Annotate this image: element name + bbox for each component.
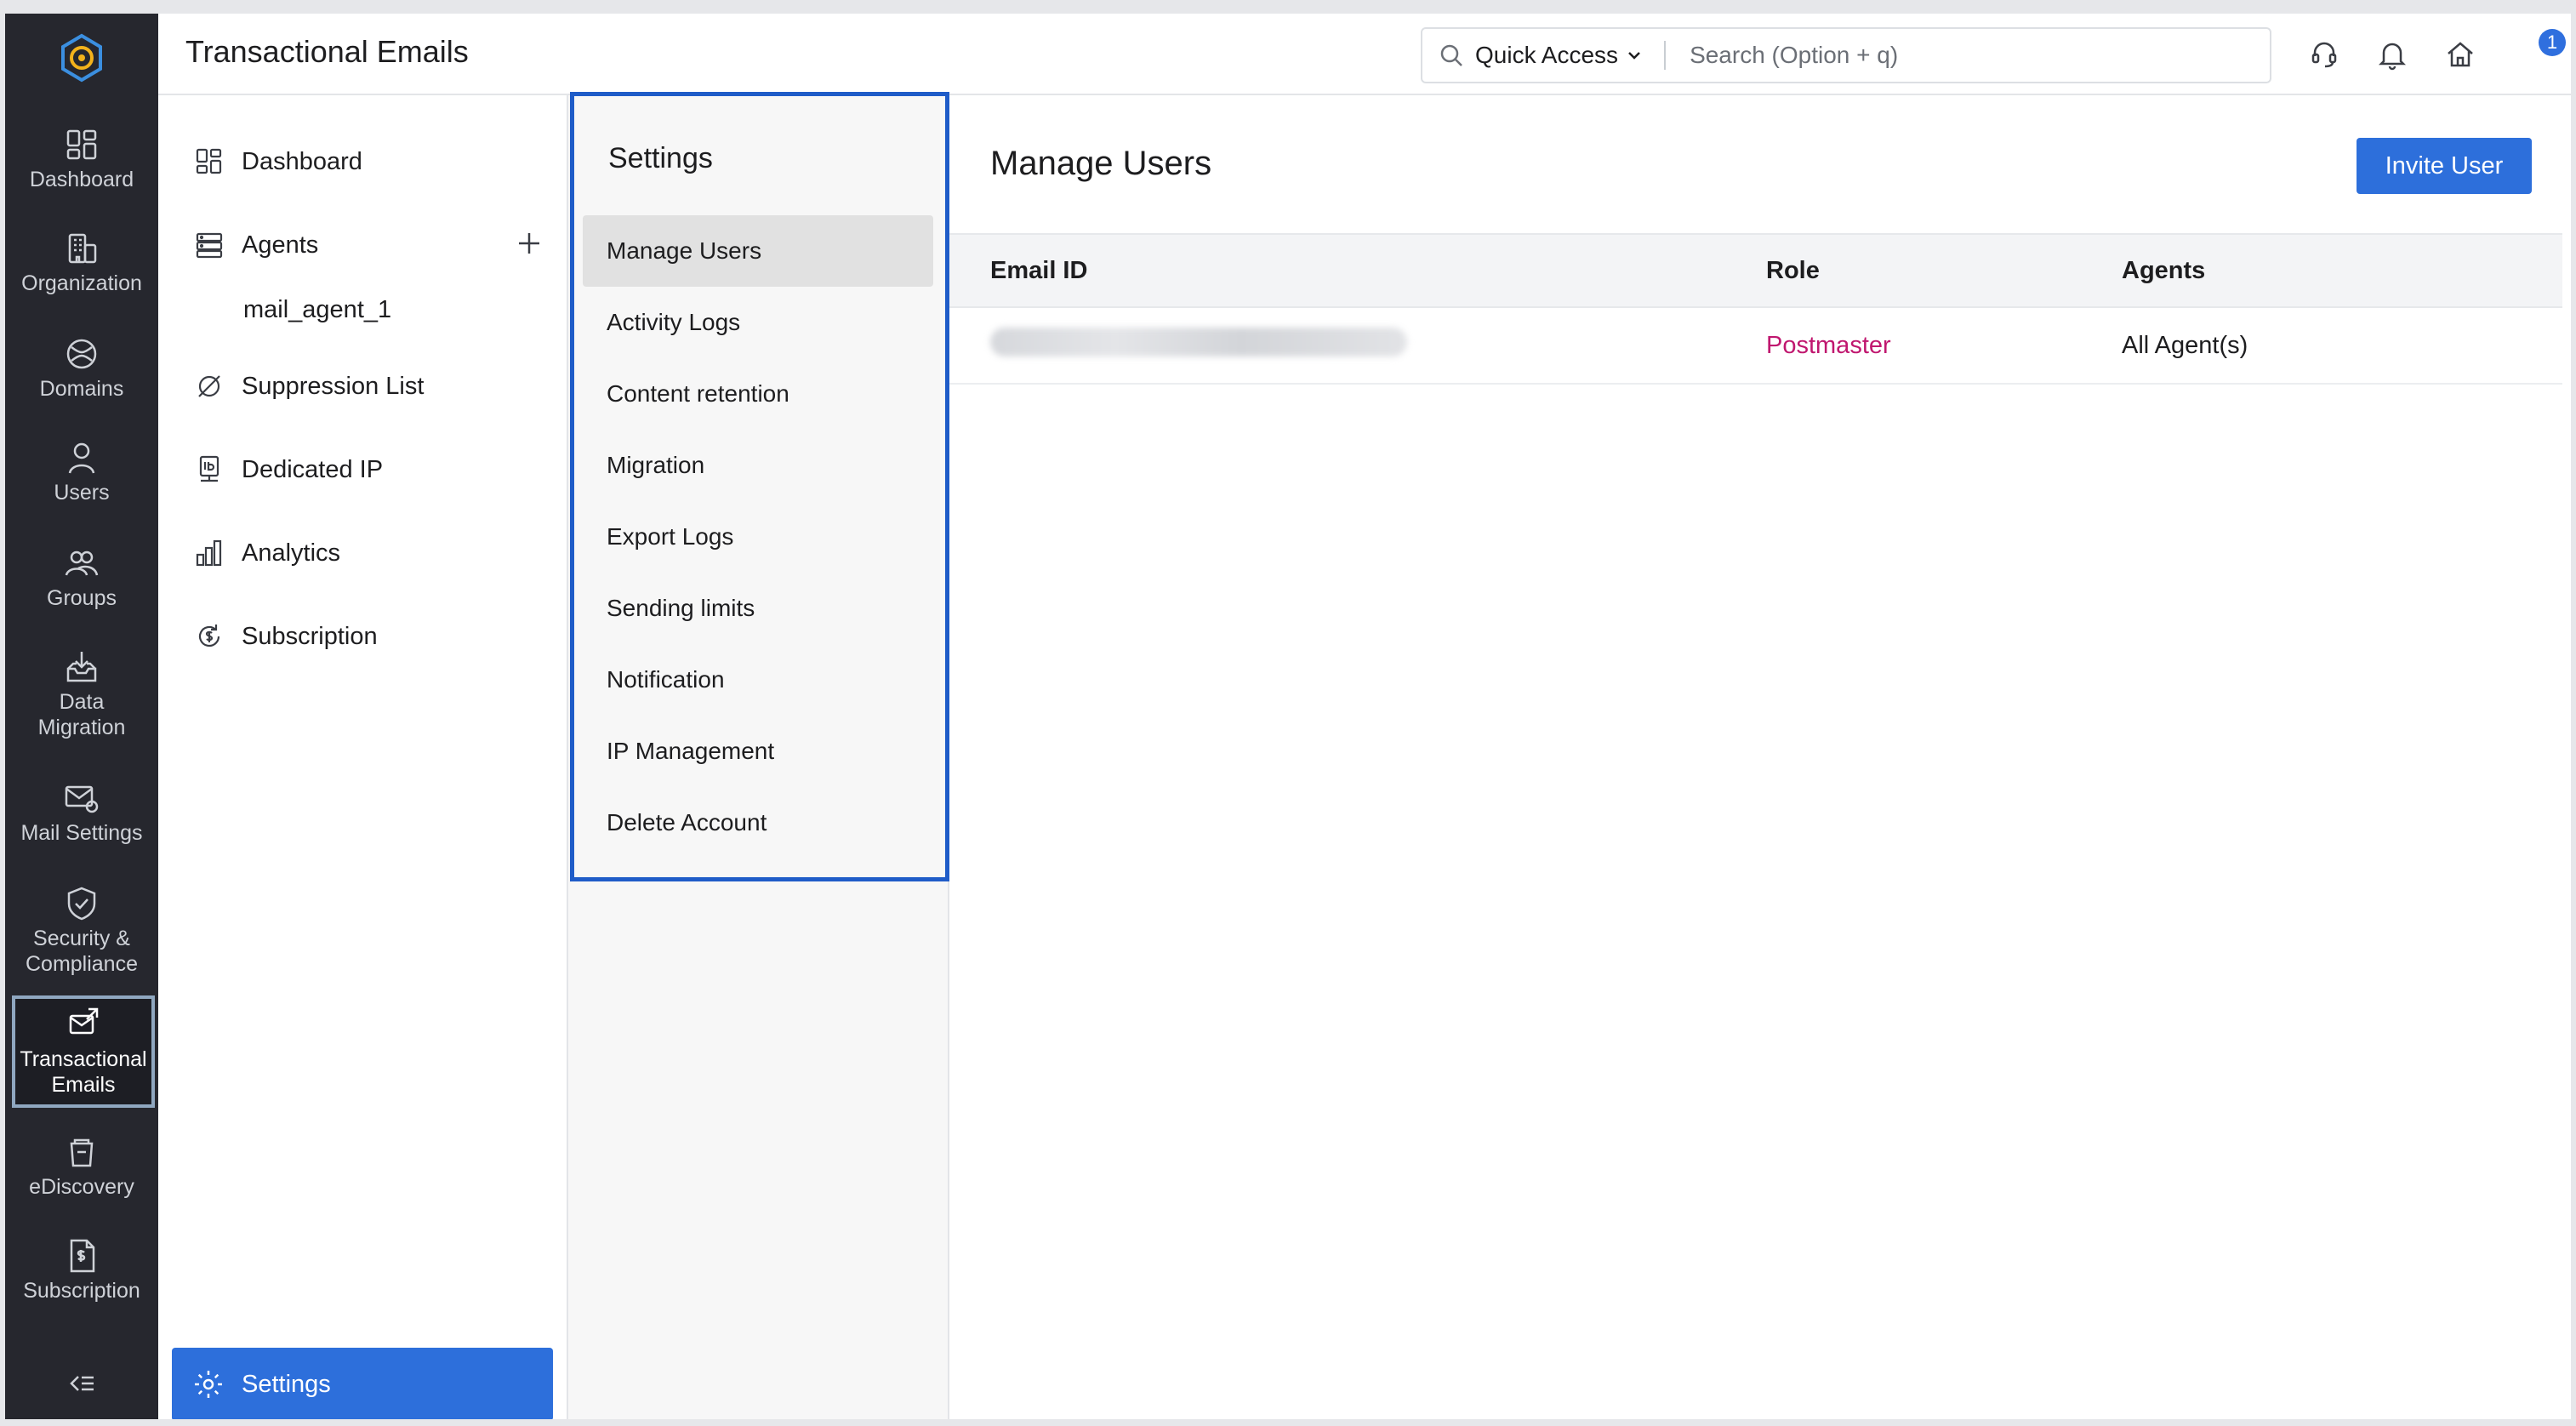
dashboard-icon: [66, 129, 97, 160]
rail-label: Users: [54, 481, 110, 505]
settings-button[interactable]: Settings: [172, 1348, 553, 1419]
search-bar[interactable]: Quick Access: [1421, 27, 2271, 83]
support-icon[interactable]: [2307, 37, 2341, 71]
table-row[interactable]: Postmaster All Agent(s): [949, 308, 2562, 385]
organization-icon: [68, 233, 97, 264]
settings-button-label: Settings: [242, 1370, 331, 1398]
rail-label: Domains: [39, 377, 124, 401]
rail-item-domains[interactable]: Domains: [10, 335, 153, 402]
groups-icon: [65, 550, 99, 576]
chevron-down-icon: [1628, 52, 1640, 60]
cell-email-redacted: [990, 328, 1407, 363]
rail-item-security[interactable]: Security & Compliance: [10, 885, 153, 977]
rail-label: Subscription: [23, 1279, 140, 1303]
rail-label: Organization: [21, 271, 142, 295]
column-header-agents[interactable]: Agents: [2122, 257, 2205, 285]
invite-user-button[interactable]: Invite User: [2357, 138, 2532, 194]
nav-item-suppression-list[interactable]: Suppression List: [194, 371, 424, 402]
transactional-emails-icon: [69, 1007, 99, 1035]
table-header: Email ID Role Agents: [949, 233, 2562, 308]
search-icon: [1440, 44, 1462, 66]
rail-item-groups[interactable]: Groups: [10, 545, 153, 611]
rail-item-ediscovery[interactable]: eDiscovery: [10, 1133, 153, 1200]
cell-role[interactable]: Postmaster: [1766, 332, 1891, 360]
quick-access-label: Quick Access: [1475, 42, 1619, 68]
nav-label: Agents: [242, 231, 319, 259]
subscription-icon: [70, 1239, 95, 1273]
rail-item-users[interactable]: Users: [10, 439, 153, 505]
collapse-icon[interactable]: [65, 1366, 99, 1400]
rail-label: Groups: [47, 586, 117, 610]
agents-icon: [196, 232, 223, 259]
notification-bell-icon[interactable]: [2375, 37, 2409, 71]
dashboard-icon: [196, 148, 222, 174]
users-icon: [68, 442, 95, 474]
notification-badge: 1: [2539, 29, 2566, 56]
mail-settings-icon: [65, 785, 99, 813]
nav-label: Dashboard: [242, 147, 362, 175]
column-header-role[interactable]: Role: [1766, 257, 1820, 285]
rail-label: eDiscovery: [29, 1175, 134, 1199]
app-rail: Dashboard Organization Domains Users Gro…: [5, 14, 158, 1419]
nav-item-agents[interactable]: Agents: [194, 230, 318, 260]
nav-item-dashboard[interactable]: Dashboard: [194, 146, 362, 177]
redacted-email-blur: [990, 328, 1407, 356]
settings-item-migration[interactable]: Migration: [583, 430, 933, 501]
dedicated-ip-icon: [199, 455, 219, 482]
settings-menu-title: Settings: [608, 142, 713, 174]
settings-item-manage-users[interactable]: Manage Users: [583, 215, 933, 287]
rail-label: Mail Settings: [20, 821, 143, 845]
settings-item-sending-limits[interactable]: Sending limits: [583, 573, 933, 644]
rail-label: Transactional Emails: [20, 1047, 147, 1097]
rail-label: Security & Compliance: [25, 927, 138, 976]
settings-item-delete-account[interactable]: Delete Account: [583, 787, 933, 858]
search-divider: [1664, 41, 1667, 70]
nav-label: Suppression List: [242, 372, 425, 400]
settings-item-ip-management[interactable]: IP Management: [583, 716, 933, 787]
domains-icon: [66, 339, 97, 369]
add-agent-plus-icon[interactable]: [516, 230, 543, 257]
nav-label: Dedicated IP: [242, 455, 384, 483]
nav-item-analytics[interactable]: Analytics: [194, 538, 340, 568]
column-header-email[interactable]: Email ID: [990, 257, 1087, 285]
nav-label: Subscription: [242, 622, 378, 650]
nav-subitem-agent[interactable]: mail_agent_1: [243, 296, 391, 324]
settings-item-export-logs[interactable]: Export Logs: [583, 501, 933, 573]
nav-label: Analytics: [242, 539, 341, 567]
nav-item-subscription[interactable]: Subscription: [194, 621, 378, 652]
quick-access-dropdown[interactable]: Quick Access: [1475, 42, 1644, 69]
rail-item-mail-settings[interactable]: Mail Settings: [10, 779, 153, 846]
rail-item-transactional-emails[interactable]: Transactional Emails: [12, 995, 155, 1108]
nav-item-dedicated-ip[interactable]: Dedicated IP: [194, 454, 383, 485]
app-title: Transactional Emails: [185, 34, 469, 69]
settings-item-content-retention[interactable]: Content retention: [583, 358, 933, 430]
settings-item-activity-logs[interactable]: Activity Logs: [583, 287, 933, 358]
app-logo-icon[interactable]: [54, 31, 109, 85]
rail-label: Data Migration: [37, 690, 126, 739]
settings-item-notification[interactable]: Notification: [583, 644, 933, 716]
rail-item-data-migration[interactable]: Data Migration: [10, 648, 153, 740]
rail-item-subscription[interactable]: Subscription: [10, 1237, 153, 1303]
cell-agents: All Agent(s): [2122, 331, 2248, 359]
rail-label: Dashboard: [29, 168, 134, 191]
top-header: Transactional Emails Quick Access 1: [158, 14, 2571, 95]
subscription-cycle-icon: [198, 625, 220, 647]
main-content: Manage Users Invite User Email ID Role A…: [949, 95, 2571, 1419]
home-icon[interactable]: [2443, 37, 2477, 71]
secondary-nav: Dashboard Agents mail_agent_1 Suppressio…: [158, 95, 568, 1419]
ediscovery-icon: [70, 1138, 94, 1167]
data-migration-icon: [66, 652, 97, 682]
gear-icon: [195, 1371, 222, 1398]
rail-item-dashboard[interactable]: Dashboard: [10, 126, 153, 192]
app-window: Dashboard Organization Domains Users Gro…: [5, 14, 2571, 1419]
suppression-icon: [198, 375, 220, 397]
settings-menu: Settings Manage Users Activity Logs Cont…: [570, 92, 949, 881]
rail-item-organization[interactable]: Organization: [10, 230, 153, 296]
analytics-icon: [196, 539, 222, 567]
page-title: Manage Users: [990, 145, 1212, 182]
security-icon: [67, 887, 96, 921]
search-input[interactable]: [1690, 42, 2167, 69]
